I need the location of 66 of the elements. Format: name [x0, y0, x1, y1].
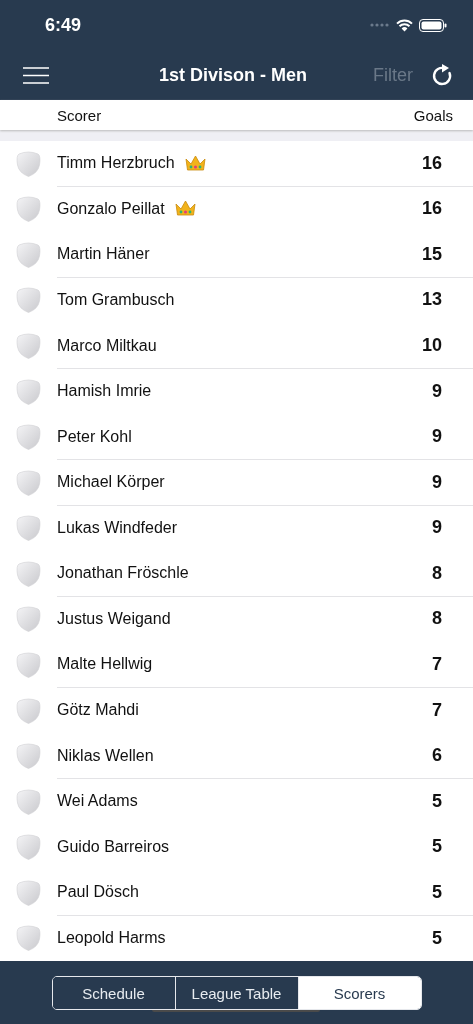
shield-icon — [16, 150, 41, 177]
shield-icon — [16, 651, 41, 678]
signal-icon — [370, 23, 390, 27]
player-name: Marco Miltkau — [57, 336, 157, 355]
goals-count: 7 — [432, 653, 442, 675]
goals-count: 5 — [432, 836, 442, 858]
goals-count: 16 — [421, 198, 442, 220]
player-name: Malte Hellwig — [57, 655, 153, 674]
player-name: Leopold Harms — [57, 929, 166, 948]
column-header: Goals — [413, 106, 453, 124]
shield-icon — [16, 424, 41, 451]
player-name: Guido Barreiros — [57, 837, 170, 856]
battery-icon — [419, 18, 447, 32]
player-name: Götz Mahdi — [57, 701, 139, 720]
shield-icon — [16, 606, 41, 633]
column-header: Scorer — [57, 106, 102, 124]
player-name: Wei Adams — [57, 792, 138, 811]
goals-count: 9 — [432, 517, 442, 539]
shield-icon — [16, 834, 41, 861]
shield-icon — [16, 469, 41, 496]
goals-count: 15 — [421, 243, 442, 265]
shield-icon — [16, 333, 41, 360]
goals-count: 6 — [432, 745, 442, 767]
player-name: Paul Dösch — [57, 883, 139, 902]
goals-count: 9 — [432, 471, 442, 493]
player-name: Peter Kohl — [57, 427, 132, 446]
shield-icon — [16, 879, 41, 906]
goals-count: 9 — [432, 380, 442, 402]
shield-icon — [16, 697, 41, 724]
shield-icon — [16, 743, 41, 770]
player-name: Gonzalo Peillat — [57, 199, 165, 218]
goals-count: 8 — [432, 562, 442, 584]
player-name: Martin Häner — [57, 245, 150, 264]
goals-count: 5 — [432, 790, 442, 812]
shield-icon — [16, 196, 41, 223]
shield-icon — [16, 925, 41, 952]
goals-count: 5 — [432, 881, 442, 903]
player-name: Jonathan Fröschle — [57, 564, 189, 583]
player-name: Niklas Wellen — [57, 746, 154, 765]
goals-count: 13 — [421, 289, 442, 311]
goals-count: 8 — [432, 608, 442, 630]
wifi-icon — [396, 18, 413, 32]
player-name: Tom Grambusch — [57, 290, 175, 309]
shield-icon — [16, 515, 41, 542]
status-time: 6:49 — [45, 14, 82, 36]
shield-icon — [16, 287, 41, 314]
segment-tab[interactable]: League Table — [174, 977, 298, 1009]
goals-count: 5 — [432, 927, 442, 949]
player-name: Hamish Imrie — [57, 382, 152, 401]
shield-icon — [16, 788, 41, 815]
goals-count: 16 — [421, 152, 442, 174]
screen-title: 1st Divison - Men — [159, 64, 308, 86]
goals-count: 10 — [421, 335, 442, 357]
player-name: Justus Weigand — [57, 609, 171, 628]
menu-icon[interactable] — [23, 66, 49, 84]
player-name: Timm Herzbruch — [57, 154, 175, 173]
goals-count: 7 — [432, 699, 442, 721]
shield-icon — [16, 378, 41, 405]
segment-tab[interactable]: Scorers — [297, 977, 421, 1009]
goals-count: 9 — [432, 426, 442, 448]
shield-icon — [16, 241, 41, 268]
player-name: Michael Körper — [57, 473, 165, 492]
shield-icon — [16, 560, 41, 587]
segment-tab[interactable]: Schedule — [52, 977, 175, 1009]
player-name: Lukas Windfeder — [57, 518, 178, 537]
refresh-icon[interactable] — [431, 63, 453, 87]
